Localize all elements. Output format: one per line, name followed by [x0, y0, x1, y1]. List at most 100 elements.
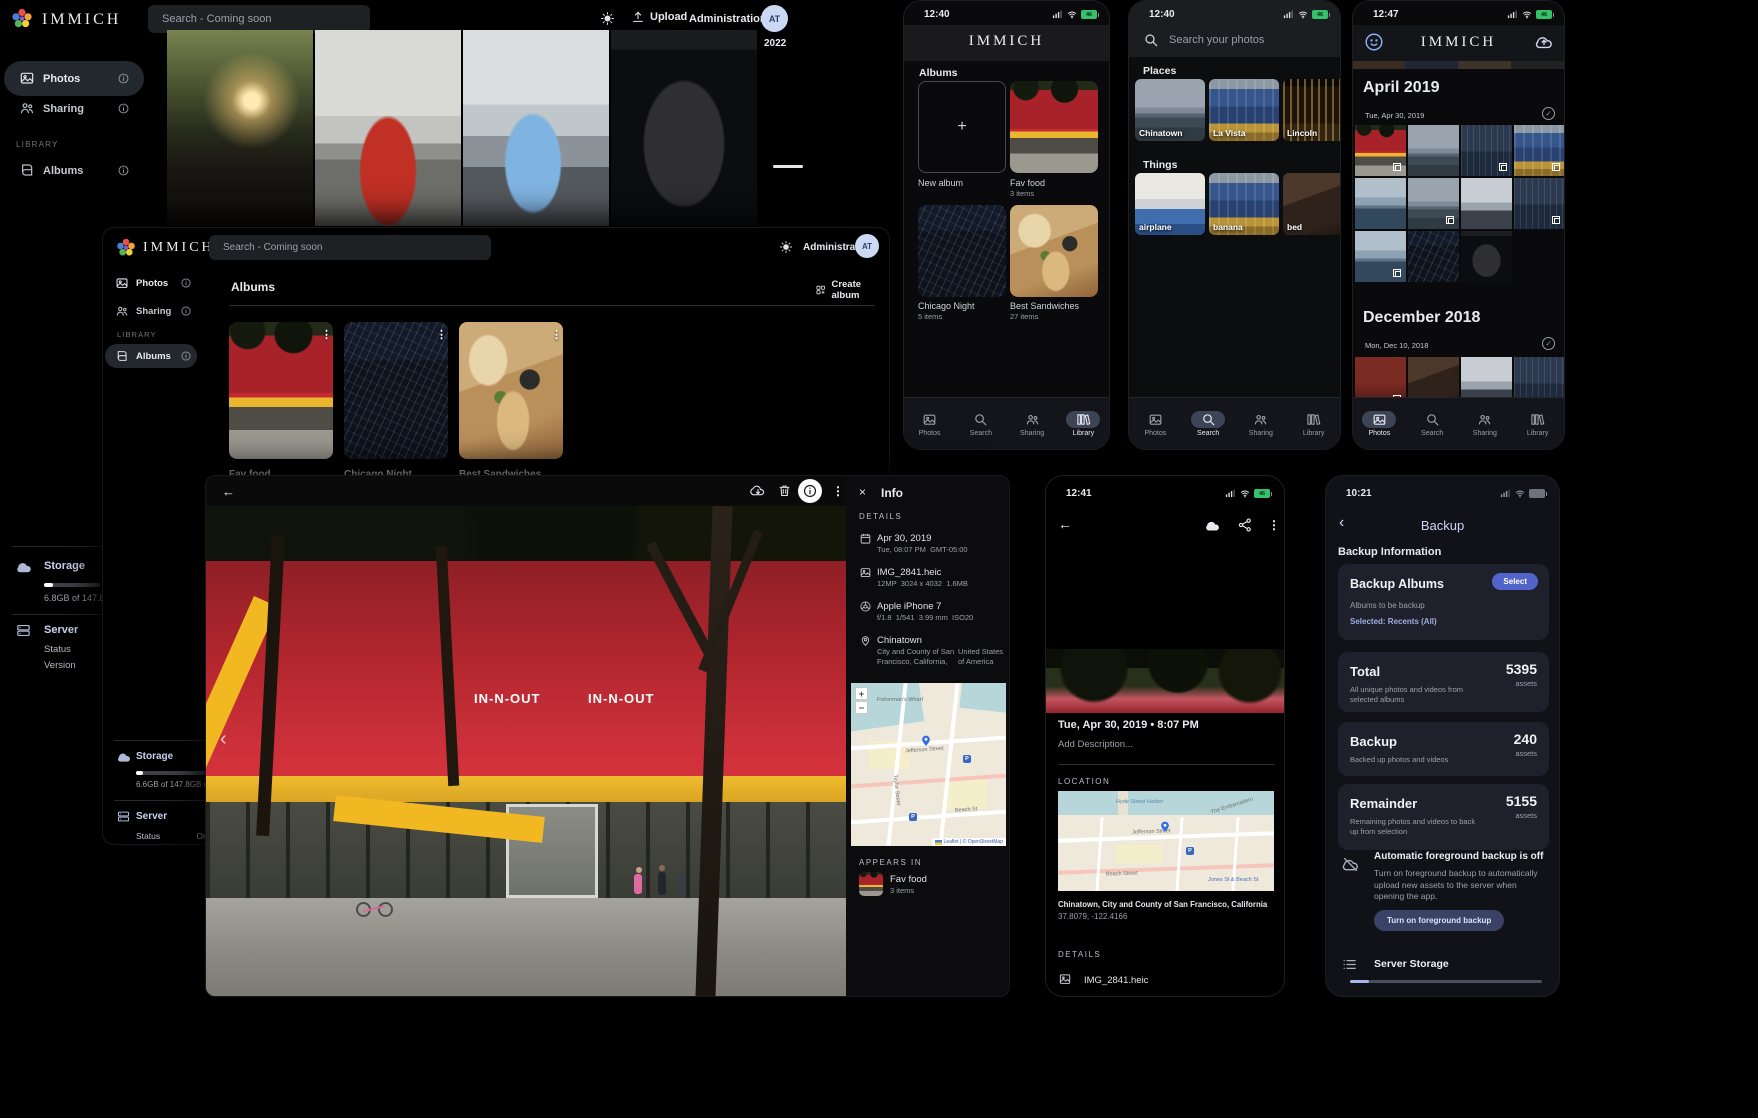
avatar[interactable]: AT — [855, 234, 879, 258]
sidebar-albums-label[interactable]: Albums — [43, 165, 83, 177]
previous-photo-chevron[interactable]: ‹ — [220, 728, 227, 751]
place-thumb-chinatown[interactable]: Chinatown — [1135, 79, 1205, 141]
tab-library[interactable]: Library — [1287, 411, 1340, 437]
close-icon[interactable]: × — [859, 485, 866, 499]
tab-sharing[interactable]: Sharing — [1007, 411, 1058, 437]
photo-thumb[interactable] — [1514, 178, 1565, 229]
bottom-nav: Photos Search Sharing Library — [1353, 397, 1564, 449]
select-day-icon[interactable]: ✓ — [1542, 337, 1555, 350]
turn-on-backup-button[interactable]: Turn on foreground backup — [1374, 910, 1504, 931]
album-menu-icon[interactable]: ⋮ — [436, 328, 447, 341]
album-menu-icon[interactable]: ⋮ — [321, 328, 332, 341]
more-options-icon[interactable]: ⋮ — [832, 484, 844, 498]
thing-thumb-airplane[interactable]: airplane — [1135, 173, 1205, 235]
location-map[interactable]: Fisherman's Wharf Jefferson Street Beach… — [851, 683, 1006, 846]
info-icon[interactable] — [117, 102, 130, 115]
upload-button[interactable]: Upload — [631, 10, 687, 24]
map-zoom-in[interactable]: + — [855, 687, 868, 700]
info-icon[interactable] — [180, 305, 192, 317]
search-input[interactable] — [1169, 30, 1329, 50]
select-day-icon[interactable]: ✓ — [1542, 107, 1555, 120]
download-icon[interactable] — [750, 483, 766, 499]
timeline-photo[interactable] — [463, 30, 609, 226]
theme-toggle-icon[interactable] — [779, 240, 793, 254]
album-card-fav-food[interactable] — [229, 322, 333, 459]
back-icon[interactable]: ← — [1058, 516, 1072, 532]
album-card-best-sandwiches[interactable] — [1010, 205, 1098, 297]
photo-thumb[interactable] — [1408, 231, 1459, 282]
location-map[interactable]: Hyde Street Harbor The Embarcadero Jeffe… — [1058, 791, 1274, 891]
info-icon[interactable] — [117, 164, 130, 177]
sharing-icon — [19, 100, 35, 116]
administration-link[interactable]: Administration — [689, 13, 767, 25]
photo-thumb[interactable] — [1408, 125, 1459, 176]
upload-cloud-icon[interactable] — [1204, 517, 1221, 534]
photo-thumb[interactable] — [1355, 178, 1406, 229]
stat-value: 5155 — [1506, 793, 1537, 809]
sidebar-photos-label[interactable]: Photos — [136, 278, 168, 289]
select-button[interactable]: Select — [1492, 573, 1538, 590]
info-button-active[interactable] — [798, 479, 822, 503]
tab-library[interactable]: Library — [1058, 411, 1109, 437]
things-heading: Things — [1143, 159, 1177, 171]
search-icon — [1191, 411, 1225, 428]
album-card-best-sandwiches[interactable] — [459, 322, 563, 459]
thing-thumb-banana[interactable]: banana — [1209, 173, 1279, 235]
timeline-photo[interactable] — [315, 30, 461, 226]
tab-search[interactable]: Search — [955, 411, 1006, 437]
place-thumb-lincoln[interactable]: Lincoln — [1283, 79, 1341, 141]
info-icon[interactable] — [117, 72, 130, 85]
delete-icon[interactable] — [777, 483, 792, 498]
photo-date-line: Tue, Apr 30, 2019 • 8:07 PM — [1058, 719, 1199, 731]
appears-album-name[interactable]: Fav food — [890, 874, 927, 885]
search-input[interactable] — [209, 235, 491, 260]
sidebar-sharing-label[interactable]: Sharing — [136, 306, 171, 317]
timeline-photo[interactable] — [167, 30, 313, 226]
stat-value: 240 — [1514, 731, 1537, 747]
create-album-button[interactable]: Create album — [815, 279, 889, 301]
thing-thumb-bed[interactable]: bed — [1283, 173, 1341, 235]
description-placeholder[interactable]: Add Description... — [1058, 739, 1133, 750]
share-icon[interactable] — [1237, 517, 1253, 533]
photo-thumb[interactable] — [1461, 178, 1512, 229]
photo-thumb[interactable] — [1461, 231, 1512, 282]
tab-library[interactable]: Library — [1511, 411, 1564, 437]
backup-cloud-icon[interactable] — [1534, 32, 1554, 52]
more-options-icon[interactable]: ⋮ — [1268, 518, 1280, 532]
avatar[interactable]: AT — [761, 5, 788, 32]
appears-album-thumb[interactable] — [859, 872, 883, 896]
timeline-scrubber[interactable] — [773, 165, 803, 168]
location-coordinates: 37.8079, -122.4166 — [1058, 912, 1127, 921]
tab-photos[interactable]: Photos — [1129, 411, 1182, 437]
album-card-fav-food[interactable] — [1010, 81, 1098, 173]
stack-icon — [1554, 218, 1560, 224]
timeline-photo[interactable] — [611, 30, 757, 226]
map-zoom-out[interactable]: − — [855, 701, 868, 714]
back-icon[interactable]: ← — [222, 484, 235, 499]
tab-photos[interactable]: Photos — [1353, 411, 1406, 437]
server-version-label: Version — [44, 660, 76, 671]
album-menu-icon[interactable]: ⋮ — [551, 328, 562, 341]
theme-toggle-icon[interactable] — [600, 11, 615, 26]
photo-thumb[interactable] — [1355, 125, 1406, 176]
tab-sharing[interactable]: Sharing — [1459, 411, 1512, 437]
tab-search[interactable]: Search — [1182, 411, 1235, 437]
album-card-chicago-night[interactable] — [918, 205, 1006, 297]
photo-thumb[interactable] — [1355, 231, 1406, 282]
battery-icon: 46 — [1081, 10, 1097, 19]
photo-thumb[interactable] — [1461, 125, 1512, 176]
new-album-card[interactable]: + — [918, 81, 1006, 173]
photo-thumb[interactable] — [1408, 178, 1459, 229]
search-input[interactable] — [148, 5, 370, 33]
album-card-chicago-night[interactable] — [344, 322, 448, 459]
tab-search[interactable]: Search — [1406, 411, 1459, 437]
photo-thumb[interactable] — [1514, 125, 1565, 176]
photo-preview[interactable] — [1046, 649, 1285, 713]
tab-photos[interactable]: Photos — [904, 411, 955, 437]
info-icon[interactable] — [180, 350, 192, 362]
tab-sharing[interactable]: Sharing — [1235, 411, 1288, 437]
place-thumb-la-vista[interactable]: La Vista — [1209, 79, 1279, 141]
info-icon[interactable] — [180, 277, 192, 289]
album-name: Best Sandwiches — [1010, 301, 1079, 311]
sidebar-sharing-label[interactable]: Sharing — [43, 103, 84, 115]
